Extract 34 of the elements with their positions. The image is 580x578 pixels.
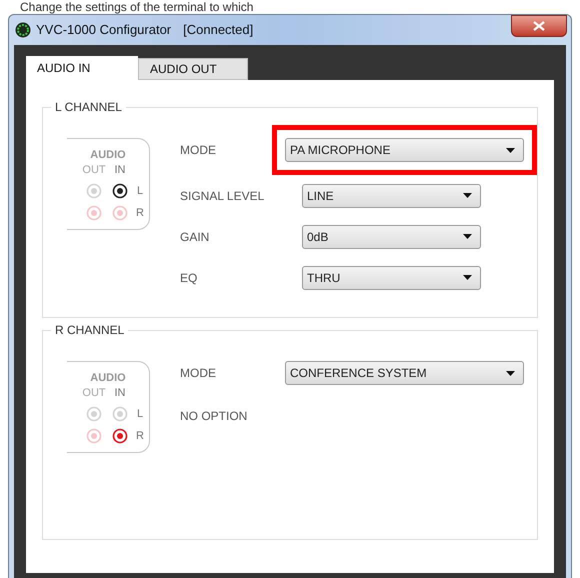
caret-icon — [463, 275, 472, 280]
setting-label: GAIN — [180, 230, 210, 244]
dropdown[interactable]: CONFERENCE SYSTEM — [285, 361, 524, 385]
close-button[interactable] — [511, 15, 567, 37]
column-label: IN — [114, 164, 126, 176]
column-label: OUT — [82, 164, 106, 176]
window-title: YVC-1000 Configurator — [36, 21, 172, 40]
caret-icon — [506, 148, 515, 152]
row-label: R — [136, 206, 144, 221]
setting-label: EQ — [180, 270, 198, 284]
gear-icon — [15, 22, 31, 38]
setting-label: MODE — [180, 365, 217, 382]
dropdown[interactable]: LINE — [302, 184, 481, 208]
setting-label: NO OPTION — [180, 408, 248, 425]
tab[interactable]: AUDIO IN — [26, 56, 138, 80]
panel-title: AUDIO — [90, 371, 126, 386]
connection-status: [Connected] — [183, 21, 254, 40]
caret-icon — [506, 370, 515, 376]
close-icon — [533, 21, 545, 31]
panel-title: AUDIO — [90, 148, 126, 163]
column-label: IN — [114, 386, 126, 400]
caret-icon — [463, 193, 472, 198]
row-label: R — [136, 429, 144, 444]
dropdown[interactable]: PA MICROPHONE — [285, 138, 524, 162]
setting-label: MODE — [180, 142, 217, 159]
setting-label: SIGNAL LEVEL — [180, 188, 264, 202]
dropdown[interactable]: 0dB — [302, 224, 481, 248]
row-label: L — [136, 406, 144, 422]
row-label: L — [136, 184, 144, 198]
caret-icon — [463, 234, 472, 239]
caption: Change the settings of the terminal to which — [19, 0, 254, 14]
column-label: OUT — [82, 386, 106, 400]
dropdown[interactable]: THRU — [302, 266, 481, 290]
tab[interactable]: AUDIO OUT — [138, 58, 248, 80]
